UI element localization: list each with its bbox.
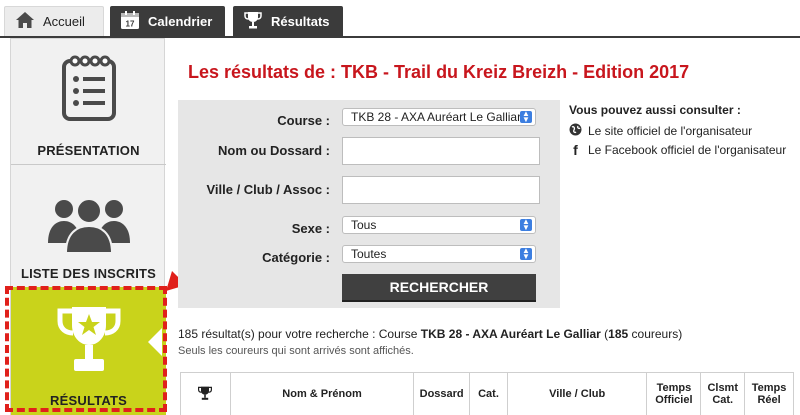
consult-title: Vous pouvez aussi consulter : bbox=[569, 103, 741, 117]
column-cat-rank[interactable]: Clsmt Cat. bbox=[701, 373, 746, 415]
column-bib[interactable]: Dossard bbox=[414, 373, 471, 415]
name-label: Nom ou Dossard : bbox=[218, 143, 330, 158]
consult-box: Vous pouvez aussi consulter : Le site of… bbox=[569, 103, 794, 161]
name-input[interactable] bbox=[342, 137, 540, 165]
search-button[interactable]: RECHERCHER bbox=[342, 274, 536, 302]
column-rank[interactable] bbox=[181, 373, 231, 415]
results-table-header: Nom & Prénom Dossard Cat. Ville / Club T… bbox=[180, 372, 794, 415]
course-select-value: TKB 28 - AXA Auréart Le Galliar bbox=[351, 110, 522, 124]
tab-accueil[interactable]: Accueil bbox=[4, 6, 104, 36]
sex-label: Sexe : bbox=[291, 221, 330, 236]
sidebar-item-inscrits[interactable]: LISTE DES INSCRITS bbox=[11, 165, 166, 287]
sex-select[interactable]: Tous ▲ ▼ bbox=[342, 216, 536, 234]
svg-text:17: 17 bbox=[126, 19, 135, 28]
column-real-time[interactable]: Temps Réel bbox=[745, 373, 793, 415]
chevron-updown-icon: ▲ ▼ bbox=[520, 110, 532, 124]
sidebar-item-presentation[interactable]: PRÉSENTATION bbox=[11, 39, 166, 165]
sex-select-value: Tous bbox=[351, 218, 377, 232]
chevron-updown-icon: ▲ ▼ bbox=[520, 218, 532, 232]
category-select-value: Toutes bbox=[351, 247, 387, 261]
organizer-facebook-link[interactable]: f Le Facebook officiel de l'organisateur bbox=[569, 142, 794, 158]
organizer-site-label: Le site officiel de l'organisateur bbox=[588, 124, 753, 138]
facebook-icon: f bbox=[573, 142, 578, 158]
summary-course: TKB 28 - AXA Auréart Le Galliar bbox=[420, 327, 601, 341]
tab-resultats[interactable]: Résultats bbox=[233, 6, 343, 36]
globe-icon bbox=[569, 123, 582, 139]
clipboard-icon bbox=[60, 53, 118, 126]
top-tab-bar: Accueil 17 Calendrier Résultats bbox=[0, 0, 800, 38]
sidebar-item-label: LISTE DES INSCRITS bbox=[20, 266, 157, 281]
organizer-site-link[interactable]: Le site officiel de l'organisateur bbox=[569, 123, 794, 139]
column-official-time[interactable]: Temps Officiel bbox=[647, 373, 702, 415]
summary-suffix: coureurs) bbox=[628, 327, 683, 341]
results-summary: 185 résultat(s) pour votre recherche : C… bbox=[178, 327, 682, 341]
summary-prefix: 185 résultat(s) pour votre recherche : C… bbox=[178, 327, 421, 341]
calendar-icon: 17 bbox=[120, 10, 140, 33]
course-label: Course : bbox=[277, 113, 330, 128]
column-city[interactable]: Ville / Club bbox=[508, 373, 648, 415]
trophy-icon bbox=[243, 10, 263, 33]
organizer-facebook-label: Le Facebook officiel de l'organisateur bbox=[588, 143, 787, 157]
chevron-updown-icon: ▲ ▼ bbox=[520, 247, 532, 261]
highlight-box bbox=[5, 286, 167, 412]
home-icon bbox=[15, 11, 35, 32]
summary-count: 185 bbox=[608, 327, 629, 341]
course-select[interactable]: TKB 28 - AXA Auréart Le Galliar ▲ ▼ bbox=[342, 108, 536, 126]
tab-resultats-label: Résultats bbox=[271, 13, 330, 29]
page-title: Les résultats de : TKB - Trail du Kreiz … bbox=[188, 62, 690, 82]
column-cat[interactable]: Cat. bbox=[470, 373, 508, 415]
results-note: Seuls les coureurs qui sont arrivés sont… bbox=[178, 345, 414, 357]
city-input[interactable] bbox=[342, 176, 540, 204]
category-label: Catégorie : bbox=[262, 250, 330, 265]
sidebar-item-label: PRÉSENTATION bbox=[37, 143, 140, 158]
city-label: Ville / Club / Assoc : bbox=[206, 182, 330, 197]
category-select[interactable]: Toutes ▲ ▼ bbox=[342, 245, 536, 263]
tab-accueil-label: Accueil bbox=[43, 14, 85, 29]
column-name[interactable]: Nom & Prénom bbox=[231, 373, 415, 415]
tab-calendrier-label: Calendrier bbox=[148, 13, 213, 29]
trophy-icon bbox=[197, 385, 213, 404]
people-icon bbox=[44, 191, 134, 262]
tab-calendrier[interactable]: 17 Calendrier bbox=[110, 6, 225, 36]
